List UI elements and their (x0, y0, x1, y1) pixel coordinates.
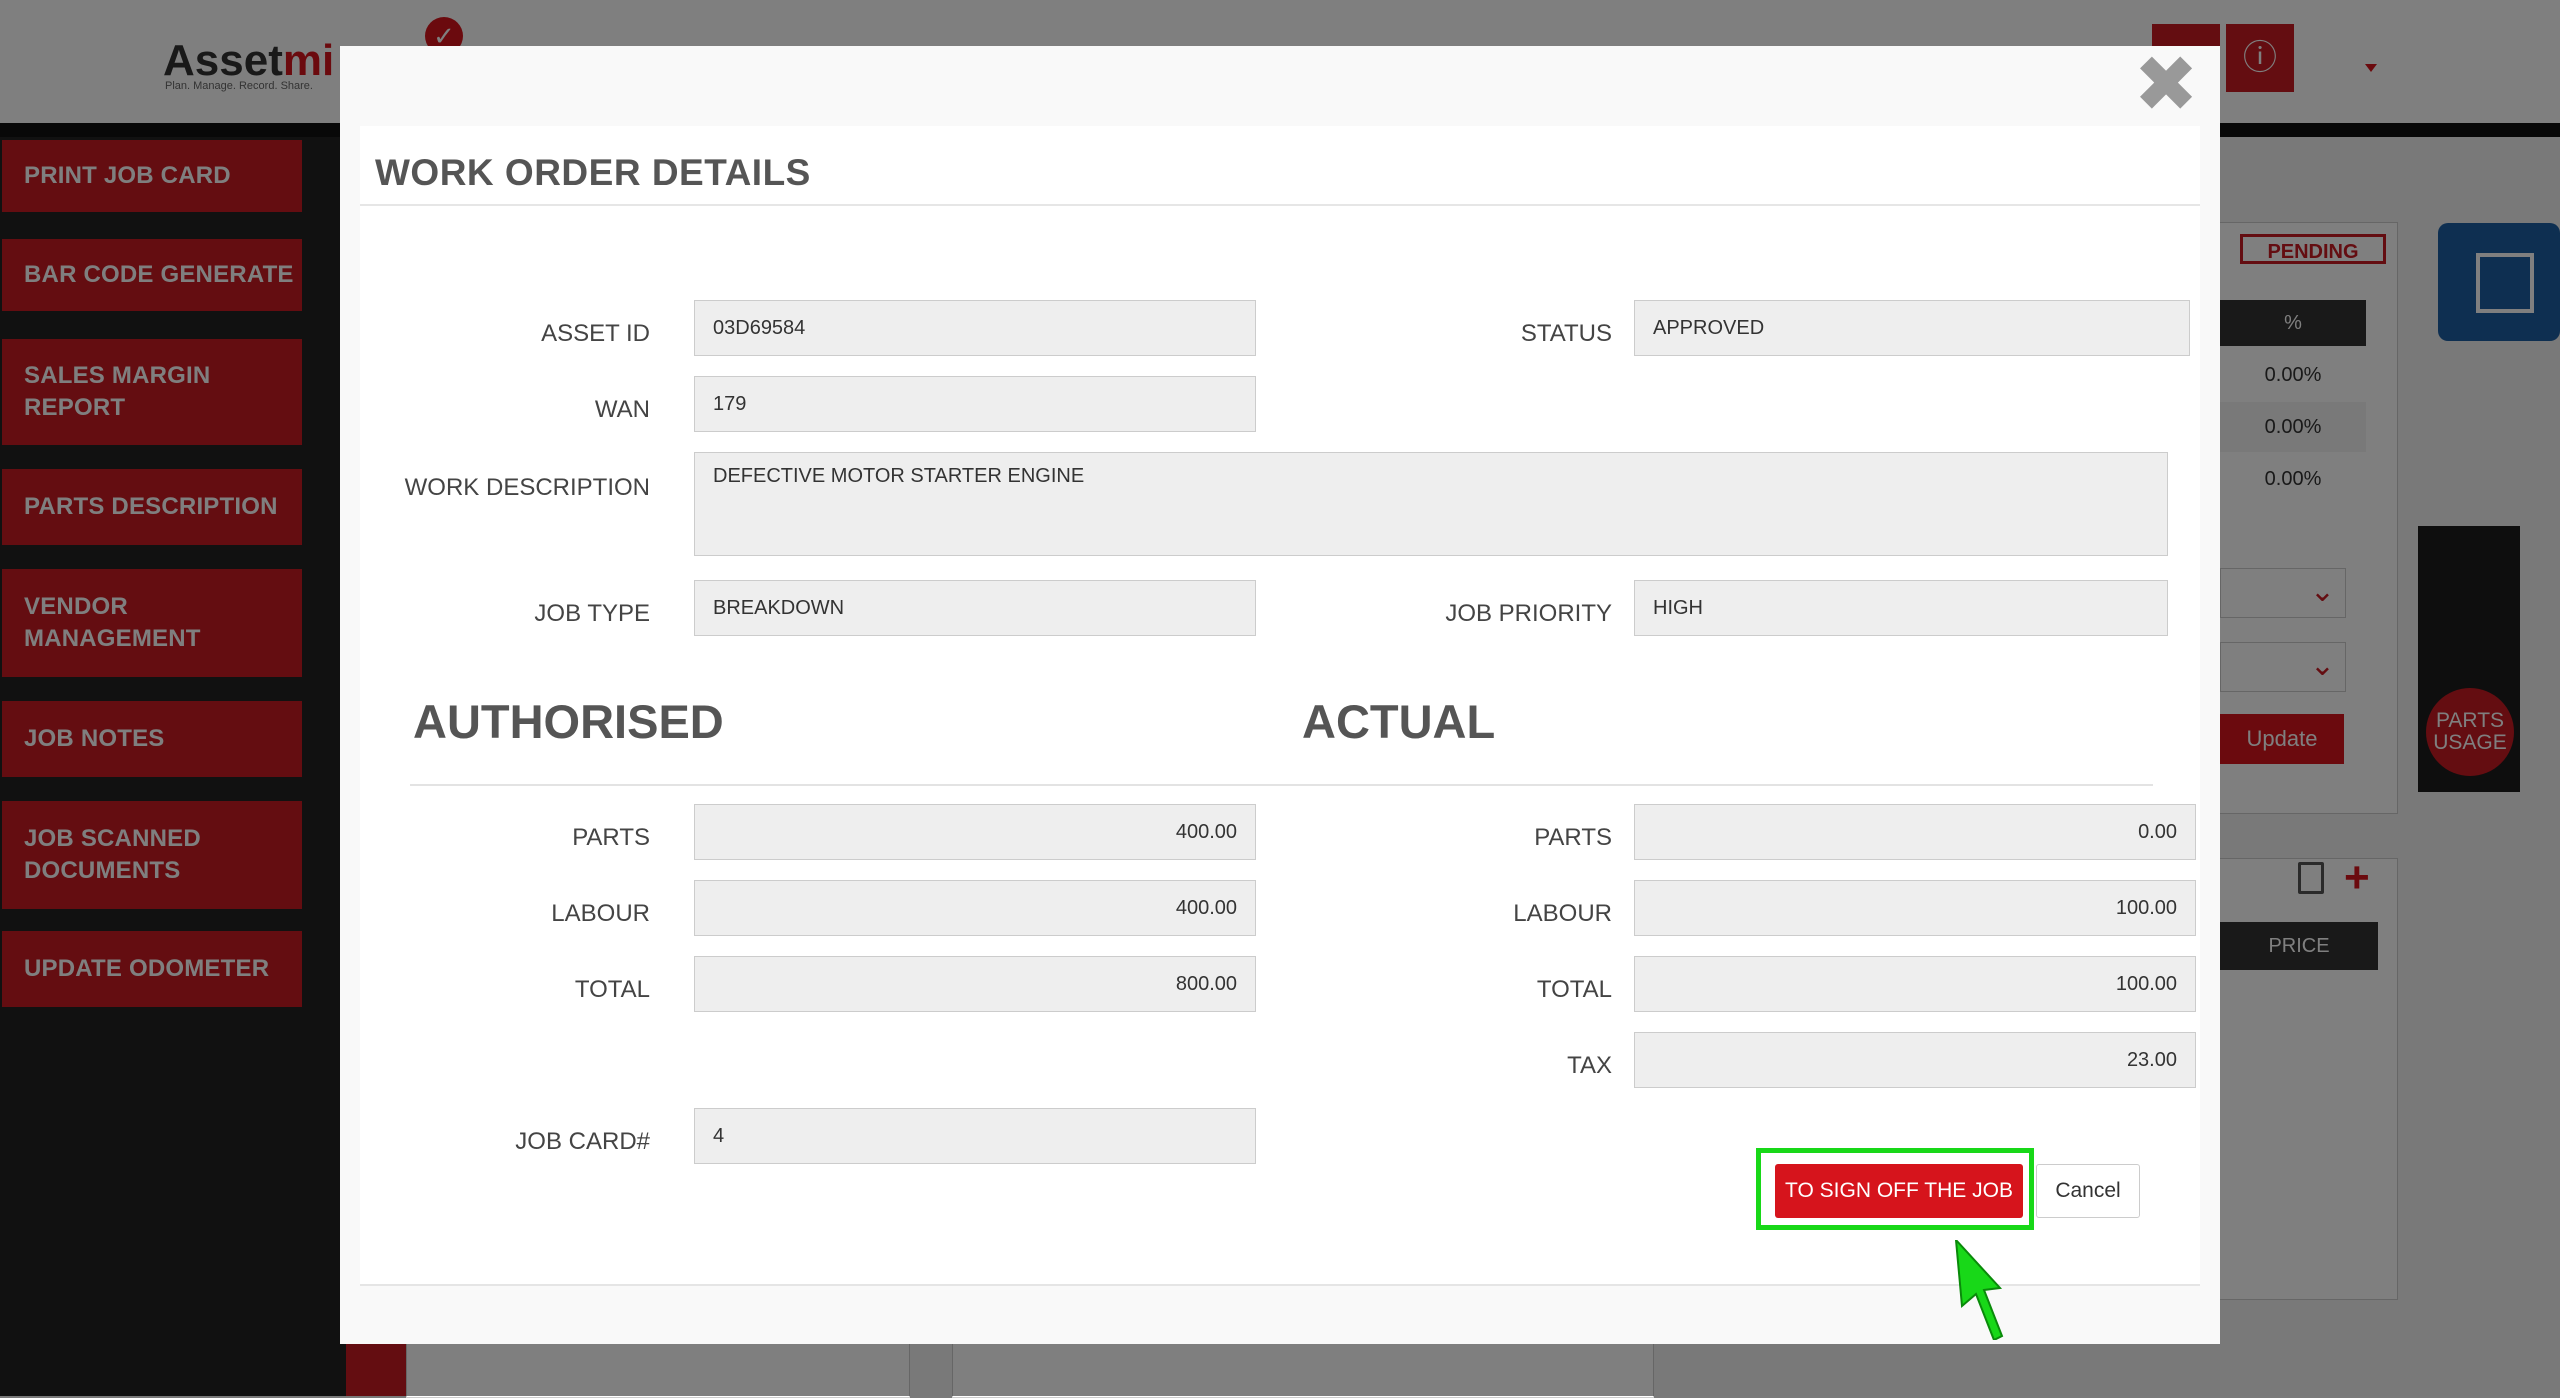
actual-parts-label: PARTS (1534, 824, 1612, 851)
close-icon[interactable]: ✖ (2130, 45, 2202, 123)
job-card-label: JOB CARD# (515, 1128, 650, 1155)
authorised-parts-label: PARTS (572, 824, 650, 851)
actual-labour-field[interactable] (1634, 880, 2196, 936)
title-divider (360, 204, 2200, 206)
work-description-label: WORK DESCRIPTION (404, 474, 650, 501)
work-description-field[interactable]: DEFECTIVE MOTOR STARTER ENGINE (694, 452, 2168, 556)
authorised-heading: AUTHORISED (413, 695, 724, 748)
actual-total-field[interactable] (1634, 956, 2196, 1012)
status-field[interactable] (1634, 300, 2190, 356)
sign-off-job-button[interactable]: TO SIGN OFF THE JOB (1775, 1164, 2023, 1218)
modal-body: WORK ORDER DETAILS ASSET ID STATUS WAN W… (360, 126, 2200, 1286)
section-divider (410, 784, 2153, 786)
pointer-arrow-icon (1954, 1240, 2004, 1340)
job-priority-label: JOB PRIORITY (1445, 600, 1612, 627)
cancel-button[interactable]: Cancel (2036, 1164, 2140, 1218)
tax-field[interactable] (1634, 1032, 2196, 1088)
asset-id-label: ASSET ID (541, 320, 650, 347)
job-priority-field[interactable] (1634, 580, 2168, 636)
actual-total-label: TOTAL (1536, 976, 1612, 1003)
modal-title: WORK ORDER DETAILS (375, 152, 811, 193)
authorised-labour-label: LABOUR (551, 900, 650, 927)
status-label: STATUS (1520, 320, 1612, 347)
job-card-field[interactable] (694, 1108, 1256, 1164)
actual-parts-field[interactable] (1634, 804, 2196, 860)
actual-labour-label: LABOUR (1513, 900, 1612, 927)
wan-field[interactable] (694, 376, 1256, 432)
authorised-total-label: TOTAL (574, 976, 650, 1003)
wan-label: WAN (594, 396, 650, 423)
job-type-label: JOB TYPE (534, 600, 650, 627)
tax-label: TAX (1567, 1052, 1612, 1079)
actual-heading: ACTUAL (1302, 695, 1496, 748)
